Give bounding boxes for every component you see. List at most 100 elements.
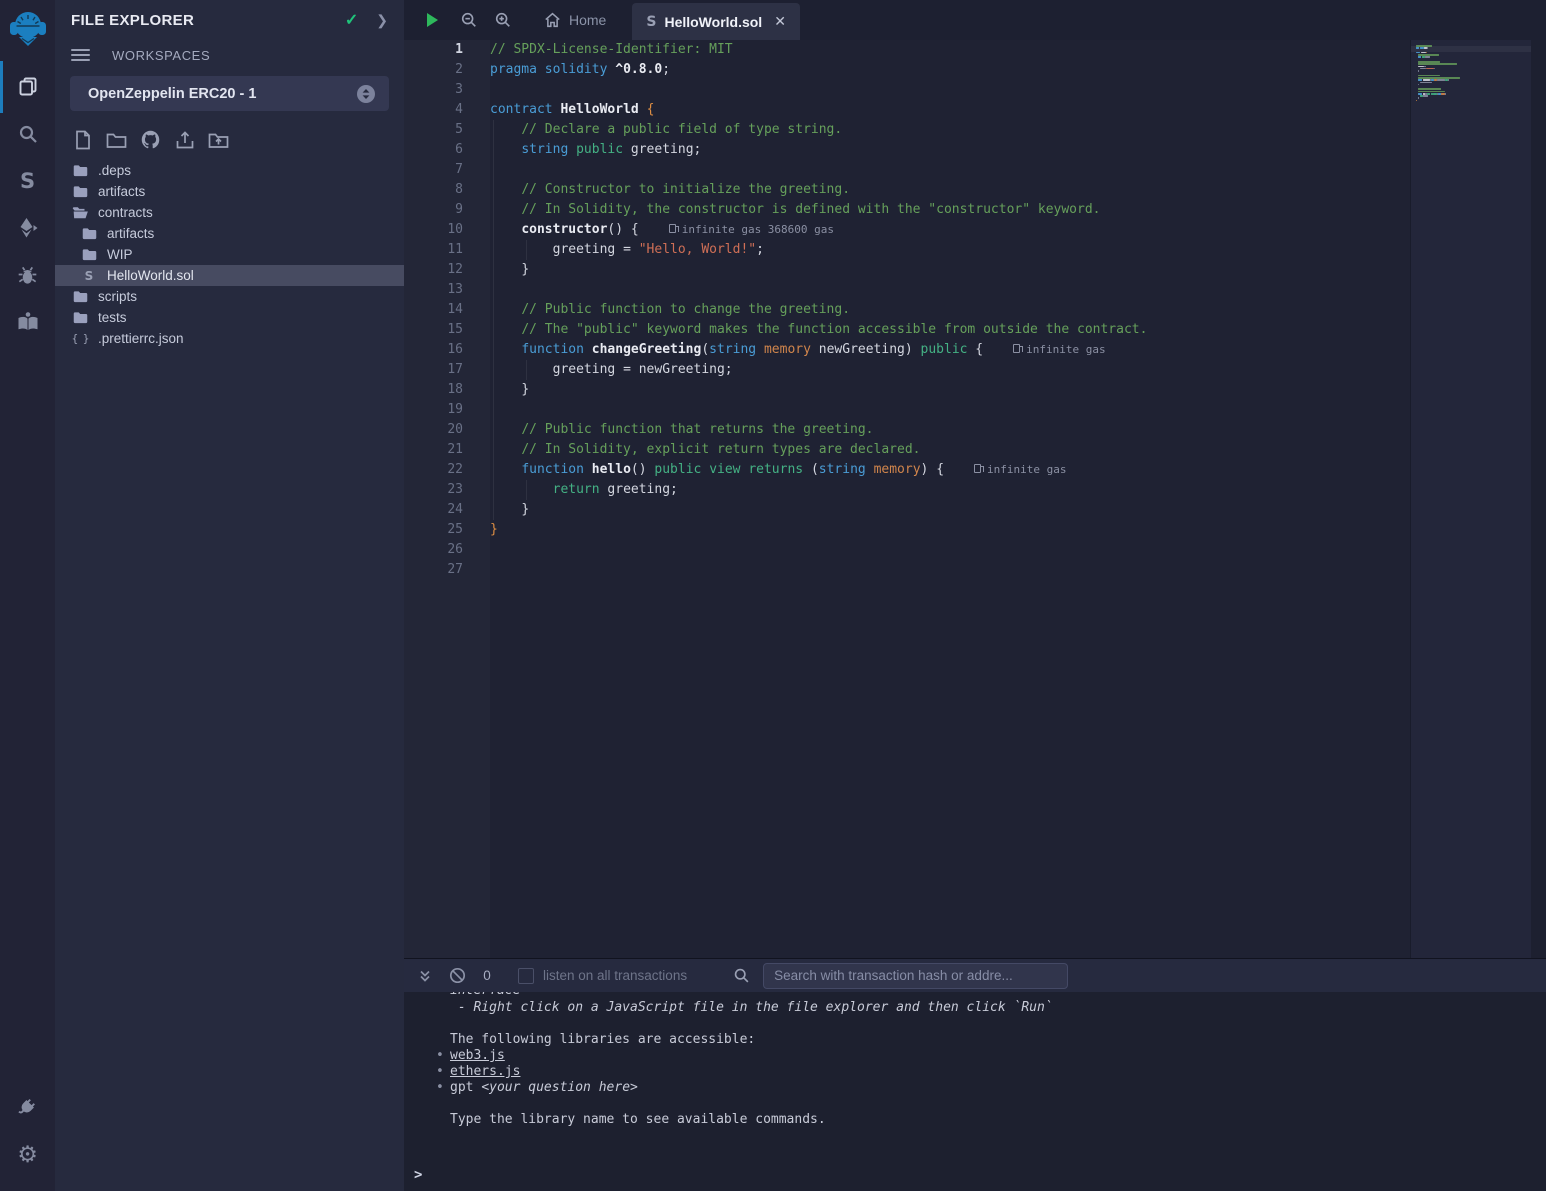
code-line-12[interactable]: } bbox=[490, 260, 1410, 280]
code-line-20[interactable]: // Public function that returns the gree… bbox=[490, 420, 1410, 440]
line-number[interactable]: 7 bbox=[404, 160, 490, 180]
file-explorer-icon[interactable] bbox=[15, 74, 41, 100]
code-line-15[interactable]: // The "public" keyword makes the functi… bbox=[490, 320, 1410, 340]
line-number[interactable]: 23 bbox=[404, 480, 490, 500]
terminal-prompt[interactable]: > bbox=[414, 1167, 422, 1183]
plugin-manager-icon[interactable] bbox=[15, 1093, 41, 1119]
editor-scrollbar[interactable] bbox=[1531, 40, 1546, 958]
code-line-5[interactable]: // Declare a public field of type string… bbox=[490, 120, 1410, 140]
new-folder-icon[interactable] bbox=[106, 129, 127, 150]
line-number[interactable]: 10 bbox=[404, 220, 490, 240]
code-line-6[interactable]: string public greeting; bbox=[490, 140, 1410, 160]
tree-item-artifacts[interactable]: artifacts bbox=[55, 181, 404, 202]
line-number[interactable]: 4 bbox=[404, 100, 490, 120]
line-number[interactable]: 1 bbox=[404, 40, 490, 60]
settings-gear-icon[interactable]: ⚙ bbox=[15, 1142, 41, 1168]
code-line-1[interactable]: // SPDX-License-Identifier: MIT bbox=[490, 40, 1410, 60]
code-line-8[interactable]: // Constructor to initialize the greetin… bbox=[490, 180, 1410, 200]
new-file-icon[interactable] bbox=[72, 129, 93, 150]
code-line-24[interactable]: } bbox=[490, 500, 1410, 520]
line-number[interactable]: 27 bbox=[404, 560, 490, 580]
tree-item-tests[interactable]: tests bbox=[55, 307, 404, 328]
line-number[interactable]: 18 bbox=[404, 380, 490, 400]
code-line-4[interactable]: contract HelloWorld { bbox=[490, 100, 1410, 120]
search-icon[interactable] bbox=[15, 121, 41, 147]
upload-folder-icon[interactable] bbox=[208, 129, 229, 150]
code-line-11[interactable]: greeting = "Hello, World!"; bbox=[490, 240, 1410, 260]
clone-github-icon[interactable] bbox=[140, 129, 161, 150]
line-number[interactable]: 6 bbox=[404, 140, 490, 160]
minimap[interactable] bbox=[1416, 45, 1528, 107]
tree-item-helloworld-sol[interactable]: SHelloWorld.sol bbox=[55, 265, 404, 286]
zoom-in-icon[interactable] bbox=[486, 0, 520, 40]
code-line-7[interactable] bbox=[490, 160, 1410, 180]
remix-logo-icon[interactable] bbox=[0, 0, 55, 58]
tree-item--prettierrc-json[interactable]: { }.prettierrc.json bbox=[55, 328, 404, 349]
workspace-sort-icon[interactable] bbox=[357, 85, 375, 103]
tree-item--deps[interactable]: .deps bbox=[55, 160, 404, 181]
code-line-23[interactable]: return greeting; bbox=[490, 480, 1410, 500]
line-number[interactable]: 24 bbox=[404, 500, 490, 520]
line-number[interactable]: 15 bbox=[404, 320, 490, 340]
code-line-22[interactable]: function hello() public view returns (st… bbox=[490, 460, 1410, 480]
code-line-19[interactable] bbox=[490, 400, 1410, 420]
tree-item-artifacts[interactable]: artifacts bbox=[55, 223, 404, 244]
code-area[interactable]: // SPDX-License-Identifier: MITpragma so… bbox=[490, 40, 1410, 958]
line-number[interactable]: 17 bbox=[404, 360, 490, 380]
line-number[interactable]: 19 bbox=[404, 400, 490, 420]
workspace-selector[interactable]: OpenZeppelin ERC20 - 1 bbox=[70, 76, 389, 111]
tab-helloworld-sol[interactable]: S HelloWorld.sol ✕ bbox=[632, 3, 800, 40]
code-line-27[interactable] bbox=[490, 560, 1410, 580]
line-number[interactable]: 8 bbox=[404, 180, 490, 200]
terminal-link-ethers-js[interactable]: ethers.js bbox=[450, 1064, 520, 1079]
line-number[interactable]: 25 bbox=[404, 520, 490, 540]
terminal-output[interactable]: interface - Right click on a JavaScript … bbox=[404, 992, 1546, 1191]
accept-check-icon[interactable]: ✓ bbox=[345, 10, 358, 30]
line-number[interactable]: 14 bbox=[404, 300, 490, 320]
line-number[interactable]: 3 bbox=[404, 80, 490, 100]
tree-item-scripts[interactable]: scripts bbox=[55, 286, 404, 307]
clear-console-icon[interactable] bbox=[446, 967, 468, 984]
run-script-icon[interactable] bbox=[412, 0, 452, 40]
terminal-search-icon[interactable] bbox=[733, 967, 750, 984]
workspaces-menu-icon[interactable] bbox=[71, 46, 90, 64]
code-line-9[interactable]: // In Solidity, the constructor is defin… bbox=[490, 200, 1410, 220]
line-number[interactable]: 13 bbox=[404, 280, 490, 300]
line-number[interactable]: 26 bbox=[404, 540, 490, 560]
debugger-icon[interactable] bbox=[15, 262, 41, 288]
line-number[interactable]: 21 bbox=[404, 440, 490, 460]
tree-item-contracts[interactable]: contracts bbox=[55, 202, 404, 223]
code-line-14[interactable]: // Public function to change the greetin… bbox=[490, 300, 1410, 320]
zoom-out-icon[interactable] bbox=[452, 0, 486, 40]
line-number[interactable]: 11 bbox=[404, 240, 490, 260]
deploy-and-run-icon[interactable] bbox=[15, 215, 41, 241]
line-number[interactable]: 2 bbox=[404, 60, 490, 80]
code-line-3[interactable] bbox=[490, 80, 1410, 100]
code-line-18[interactable]: } bbox=[490, 380, 1410, 400]
expand-terminal-icon[interactable] bbox=[414, 969, 436, 983]
line-number[interactable]: 16 bbox=[404, 340, 490, 360]
line-number[interactable]: 9 bbox=[404, 200, 490, 220]
code-line-21[interactable]: // In Solidity, explicit return types ar… bbox=[490, 440, 1410, 460]
code-line-25[interactable]: } bbox=[490, 520, 1410, 540]
close-tab-icon[interactable]: ✕ bbox=[774, 13, 786, 30]
collapse-panel-chevron-icon[interactable]: ❯ bbox=[376, 12, 388, 29]
line-number[interactable]: 22 bbox=[404, 460, 490, 480]
learneth-icon[interactable] bbox=[15, 309, 41, 335]
publish-gist-icon[interactable] bbox=[174, 129, 195, 150]
tree-item-wip[interactable]: WIP bbox=[55, 244, 404, 265]
line-number[interactable]: 5 bbox=[404, 120, 490, 140]
code-line-26[interactable] bbox=[490, 540, 1410, 560]
code-line-2[interactable]: pragma solidity ^0.8.0; bbox=[490, 60, 1410, 80]
tab-home[interactable]: Home bbox=[530, 0, 620, 40]
code-line-10[interactable]: constructor() {infinite gas 368600 gas bbox=[490, 220, 1410, 240]
line-number[interactable]: 20 bbox=[404, 420, 490, 440]
terminal-link-web3-js[interactable]: web3.js bbox=[450, 1048, 505, 1063]
code-line-17[interactable]: greeting = newGreeting; bbox=[490, 360, 1410, 380]
solidity-compiler-icon[interactable]: S bbox=[15, 168, 41, 194]
line-number[interactable]: 12 bbox=[404, 260, 490, 280]
listen-transactions-checkbox[interactable] bbox=[518, 968, 534, 984]
code-line-13[interactable] bbox=[490, 280, 1410, 300]
terminal-search-input[interactable] bbox=[763, 963, 1068, 989]
code-line-16[interactable]: function changeGreeting(string memory ne… bbox=[490, 340, 1410, 360]
